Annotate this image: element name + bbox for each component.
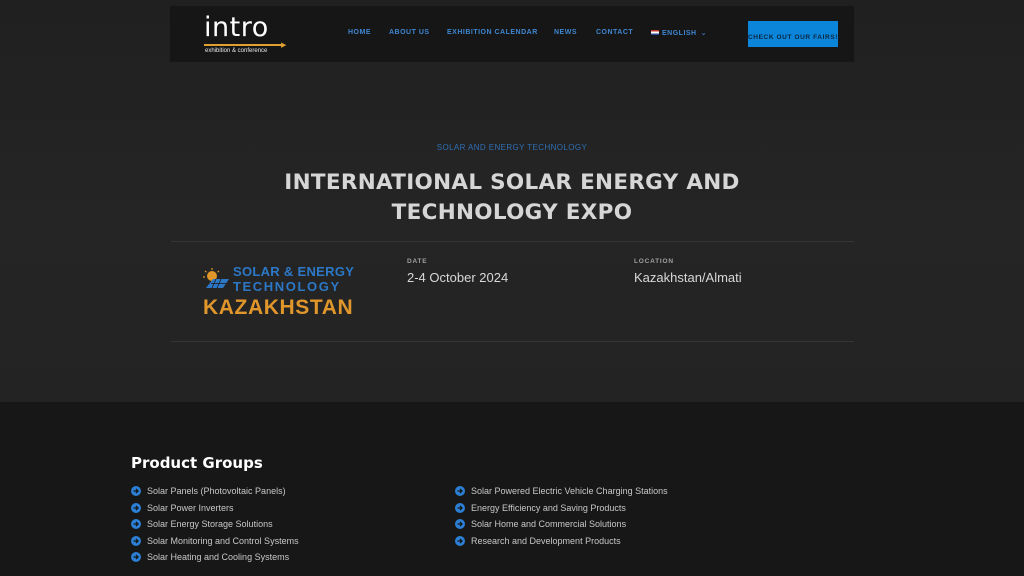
navbar: intro ▶ exhibition & conference HOME ABO… [170,6,854,62]
expo-logo: SOLAR & ENERGY TECHNOLOGY KAZAKHSTAN [203,264,373,322]
site-logo[interactable]: intro ▶ exhibition & conference [204,12,287,55]
arrow-circle-right-icon [131,502,141,513]
list-item-label: Solar Powered Electric Vehicle Charging … [471,486,668,497]
list-item: Solar Powered Electric Vehicle Charging … [455,483,668,500]
divider-top [171,241,854,242]
language-label: ENGLISH [662,30,697,37]
date-value: 2-4 October 2024 [407,270,509,285]
product-list-left: Solar Panels (Photovoltaic Panels) Solar… [131,483,299,566]
nav-item-news[interactable]: NEWS [554,29,577,36]
list-item-label: Solar Heating and Cooling Systems [147,552,290,563]
logo-underline [204,44,282,46]
arrow-circle-right-icon [455,486,465,497]
nav-item-contact[interactable]: CONTACT [596,29,633,36]
list-item-label: Energy Efficiency and Saving Products [471,502,626,513]
list-item-label: Solar Energy Storage Solutions [147,519,273,530]
logo-arrow-icon: ▶ [281,42,287,49]
language-selector[interactable]: ENGLISH ⌄ [651,29,707,37]
list-item-label: Research and Development Products [471,535,621,546]
nav-item-exhibition-calendar[interactable]: EXHIBITION CALENDAR [447,29,538,36]
arrow-circle-right-icon [455,519,465,530]
list-item-label: Solar Power Inverters [147,502,234,513]
list-item: Research and Development Products [455,533,668,550]
list-item: Solar Power Inverters [131,500,299,517]
event-category[interactable]: SOLAR AND ENERGY TECHNOLOGY [0,143,1024,152]
list-item: Energy Efficiency and Saving Products [455,500,668,517]
solar-panel-sun-icon [203,268,229,288]
nav-item-about-us[interactable]: ABOUT US [389,29,430,36]
list-item: Solar Energy Storage Solutions [131,516,299,533]
expo-logo-line2: TECHNOLOGY [233,279,341,294]
list-item: Solar Panels (Photovoltaic Panels) [131,483,299,500]
arrow-circle-right-icon [131,519,141,530]
location-label: LOCATION [634,258,674,265]
nav-item-home[interactable]: HOME [348,29,371,36]
list-item-label: Solar Home and Commercial Solutions [471,519,627,530]
location-value: Kazakhstan/Almati [634,270,742,285]
arrow-circle-right-icon [131,486,141,497]
arrow-circle-right-icon [455,502,465,513]
list-item: Solar Home and Commercial Solutions [455,516,668,533]
date-label: DATE [407,258,428,265]
page-title: INTERNATIONAL SOLAR ENERGY AND TECHNOLOG… [284,170,740,225]
product-groups-title: Product Groups [131,454,263,472]
logo-wordmark: intro [204,12,269,43]
list-item-label: Solar Monitoring and Control Systems [147,535,299,546]
divider-bottom [171,341,854,342]
list-item-label: Solar Panels (Photovoltaic Panels) [147,486,286,497]
arrow-circle-right-icon [131,552,141,563]
chevron-down-icon: ⌄ [700,30,707,37]
expo-logo-line3: KAZAKHSTAN [203,296,354,319]
check-out-fairs-button[interactable]: CHECK OUT OUR FAIRS! [748,21,838,47]
list-item: Solar Monitoring and Control Systems [131,533,299,550]
uk-flag-icon [651,30,659,35]
arrow-circle-right-icon [131,535,141,546]
logo-tagline: exhibition & conference [205,48,268,54]
arrow-circle-right-icon [455,535,465,546]
list-item: Solar Heating and Cooling Systems [131,549,299,566]
expo-logo-line1: SOLAR & ENERGY [233,264,355,279]
product-list-right: Solar Powered Electric Vehicle Charging … [455,483,668,549]
